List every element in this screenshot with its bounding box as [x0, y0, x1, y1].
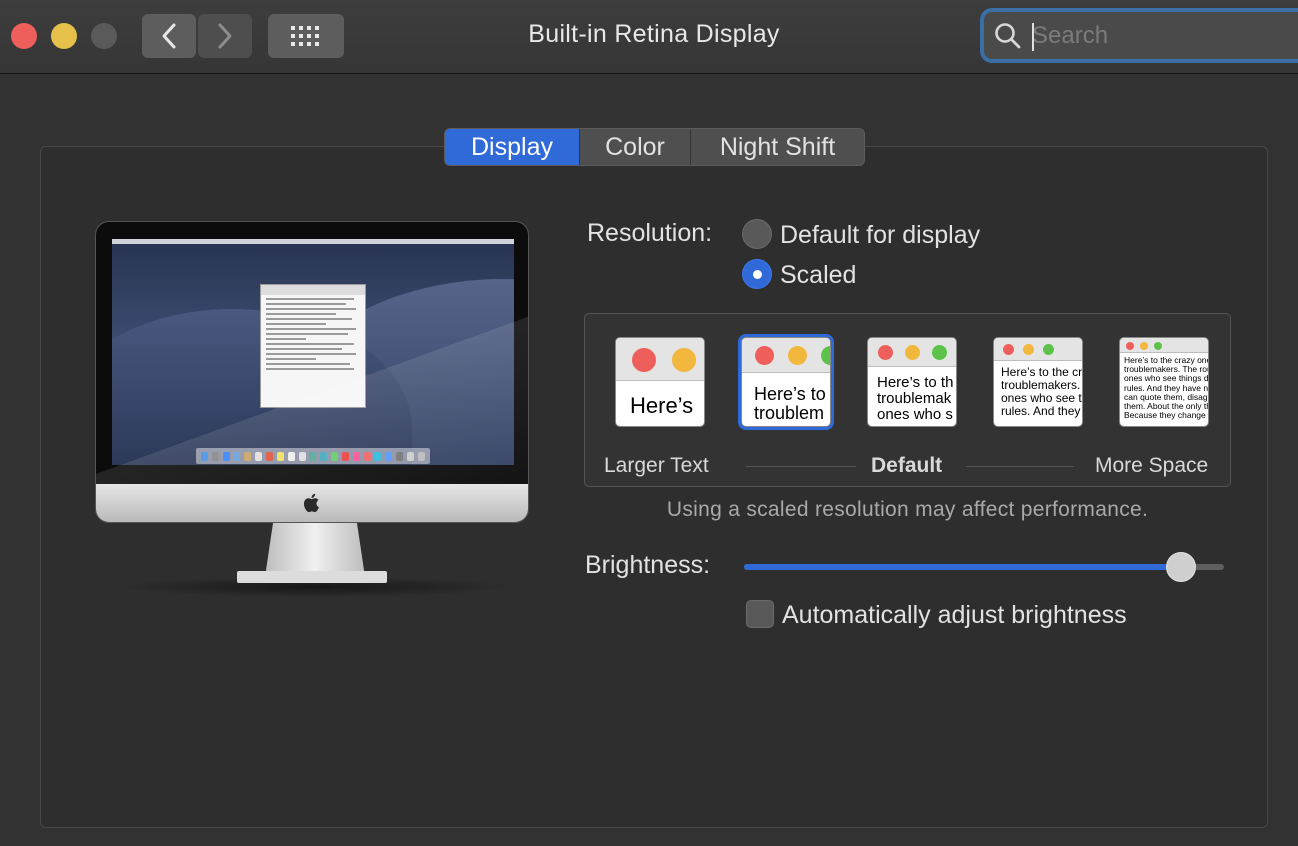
scale-option-more-space[interactable]: Here’s to the crazy ones troublemakers. …: [1119, 337, 1209, 427]
imac-body: [95, 221, 529, 523]
resolution-label: Resolution:: [587, 219, 713, 247]
preview-minimize-dot: [1023, 344, 1034, 355]
scale-option-2[interactable]: Here’s to troublem: [738, 334, 834, 430]
radio-default-for-display[interactable]: [742, 219, 772, 249]
show-all-button[interactable]: [268, 14, 344, 58]
tab-color[interactable]: Color: [580, 129, 691, 165]
preview-close-dot: [1003, 344, 1014, 355]
radio-scaled-label[interactable]: Scaled: [780, 261, 856, 290]
caption-larger-text: Larger Text: [604, 454, 709, 477]
brightness-slider[interactable]: [744, 552, 1224, 582]
search-icon: [995, 23, 1021, 49]
imac-stand: [265, 523, 365, 577]
back-button[interactable]: [142, 14, 196, 58]
close-window-button[interactable]: [11, 23, 37, 49]
preview-close-dot: [1126, 342, 1134, 350]
search-input[interactable]: [1032, 18, 1298, 54]
preview-zoom-dot: [932, 345, 947, 360]
preview-text: Here’s to troublem: [754, 384, 826, 424]
caption-more-space: More Space: [1095, 454, 1209, 477]
brightness-slider-fill: [744, 564, 1181, 570]
preview-close-dot: [755, 346, 774, 365]
preview-text: Here’s: [630, 393, 694, 418]
window-title: Built-in Retina Display: [528, 20, 780, 48]
radio-scaled[interactable]: [742, 259, 772, 289]
preview-zoom-dot: [1043, 344, 1054, 355]
preview-minimize-dot: [905, 345, 920, 360]
auto-brightness-label[interactable]: Automatically adjust brightness: [782, 601, 1127, 630]
scale-option-3[interactable]: Here’s to th troublemak ones who s: [867, 337, 957, 427]
minimize-window-button[interactable]: [51, 23, 77, 49]
tab-display[interactable]: Display: [445, 129, 580, 165]
grid-icon: [291, 26, 319, 46]
preview-text: Here’s to th troublemak ones who s: [877, 374, 954, 424]
radio-default-for-display-label[interactable]: Default for display: [780, 221, 980, 250]
preview-text: Here’s to the crazy ones troublemakers. …: [1124, 355, 1209, 421]
scale-option-larger-text[interactable]: Here’s: [615, 337, 705, 427]
preview-text: Here’s to the cr troublemakers. ones who…: [1001, 365, 1083, 418]
caption-default: Default: [871, 454, 943, 477]
brightness-label: Brightness:: [585, 551, 711, 579]
chevron-left-icon: [162, 23, 176, 49]
forward-button[interactable]: [198, 14, 252, 58]
imac-foot: [237, 571, 387, 583]
tab-bar: Display Color Night Shift: [444, 128, 865, 166]
preview-zoom-dot: [1154, 342, 1162, 350]
preview-minimize-dot: [1140, 342, 1148, 350]
text-caret: [1032, 23, 1034, 51]
window-toolbar: Built-in Retina Display: [0, 0, 1298, 74]
preview-minimize-dot: [788, 346, 807, 365]
zoom-window-button: [91, 23, 117, 49]
chevron-right-icon: [218, 23, 232, 49]
scale-option-4[interactable]: Here’s to the cr troublemakers. ones who…: [993, 337, 1083, 427]
preview-close-dot: [878, 345, 893, 360]
search-field[interactable]: [980, 8, 1298, 63]
brightness-slider-knob[interactable]: [1165, 552, 1196, 582]
auto-brightness-checkbox[interactable]: [746, 600, 774, 628]
apple-logo-icon: [303, 493, 319, 513]
preview-close-dot: [632, 348, 656, 372]
preview-zoom-dot: [821, 346, 830, 365]
preview-minimize-dot: [672, 348, 696, 372]
imac-illustration: [95, 221, 531, 597]
performance-note: Using a scaled resolution may affect per…: [666, 498, 1149, 521]
tab-night-shift[interactable]: Night Shift: [691, 129, 864, 165]
